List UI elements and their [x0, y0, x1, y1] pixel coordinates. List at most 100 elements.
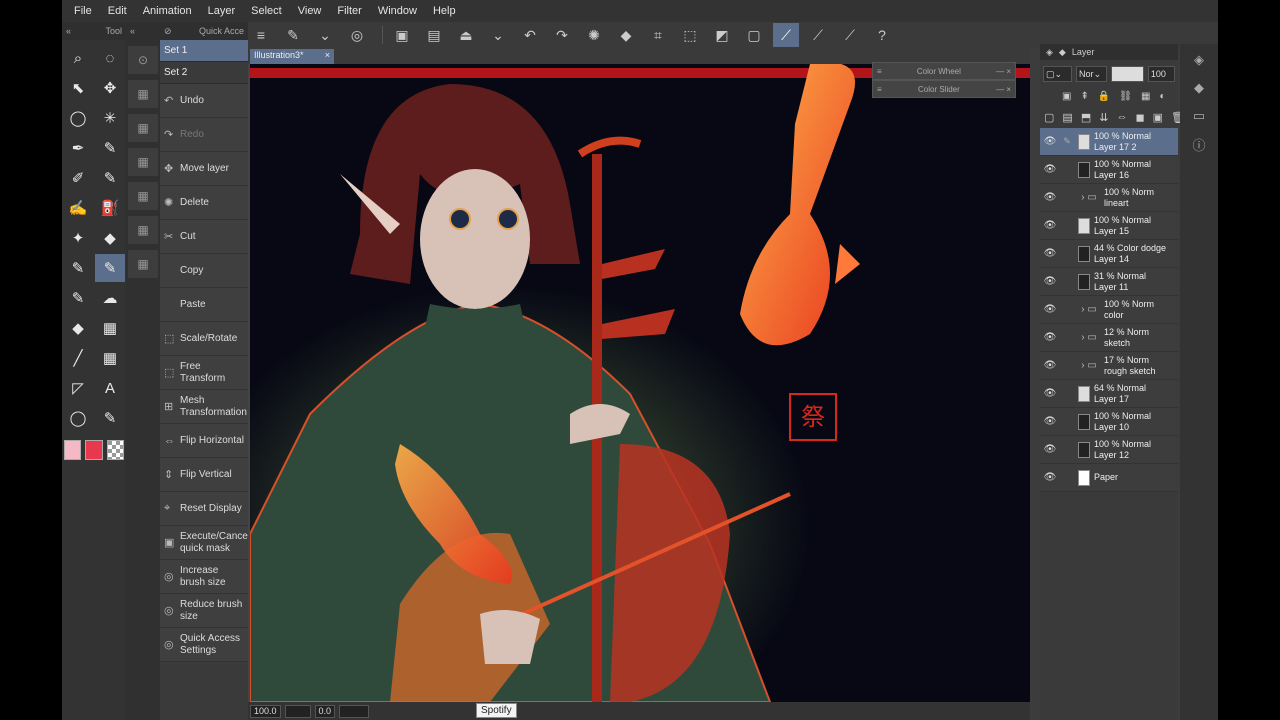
quick-access-item[interactable]: ⬚ Free Transform — [160, 356, 248, 390]
ink-pen-icon[interactable]: ✎ — [63, 284, 93, 312]
subtool-item-icon[interactable]: ▦ — [128, 80, 158, 108]
quick-access-item[interactable]: ⇕ Flip Vertical — [160, 458, 248, 492]
open-folder-icon[interactable]: ▤ — [421, 23, 447, 47]
eye-icon[interactable]: 👁 — [1040, 192, 1060, 203]
layer-row[interactable]: 👁 ✎ 100 % Normal Layer 17 2 — [1040, 128, 1178, 156]
navigator-icon[interactable]: ▭ — [1185, 104, 1213, 128]
color-slider-panel[interactable]: ≡ Color Slider — × — [872, 80, 1016, 98]
edit-target-icon[interactable]: ✎ — [1060, 136, 1074, 147]
eye-icon[interactable]: 👁 — [1040, 444, 1060, 455]
menu-edit[interactable]: Edit — [100, 5, 135, 17]
tool-tab-label[interactable]: Tool — [105, 26, 122, 36]
crop-icon[interactable]: ⌗ — [645, 23, 671, 47]
menu-view[interactable]: View — [290, 5, 330, 17]
menu-window[interactable]: Window — [370, 5, 425, 17]
clear-selection-icon[interactable]: ⬚ — [677, 23, 703, 47]
airbrush-icon[interactable]: ⛽ — [95, 194, 125, 222]
eye-icon[interactable]: 👁 — [1040, 276, 1060, 287]
opacity-slider[interactable] — [1111, 66, 1144, 82]
subtool-search-icon[interactable]: ⊙ — [128, 46, 158, 74]
zoom-slider[interactable] — [284, 704, 311, 718]
eye-icon[interactable]: 👁 — [1040, 136, 1060, 147]
subtool-item-icon[interactable]: ▦ — [128, 148, 158, 176]
layer-row[interactable]: 👁 › ▭ 100 % Norm color — [1040, 296, 1178, 324]
set-2-tab[interactable]: Set 2 — [160, 62, 248, 84]
eye-icon[interactable]: 👁 — [1040, 304, 1060, 315]
new-vector-layer-icon[interactable]: ▤ — [1062, 111, 1072, 124]
layer-row[interactable]: 👁 31 % Normal Layer 11 — [1040, 268, 1178, 296]
balloon-icon[interactable]: ◯ — [63, 404, 93, 432]
quick-access-item[interactable]: ↷ Redo — [160, 118, 248, 152]
lasso-icon[interactable]: ◯ — [63, 104, 93, 132]
folder-icon[interactable]: › ▭ — [1074, 304, 1104, 315]
chevron-down-icon[interactable]: ⌄ — [312, 23, 338, 47]
snap-special-icon[interactable]: ⟋ — [805, 23, 831, 47]
subtool-item-icon[interactable]: ▦ — [128, 250, 158, 278]
marker-icon[interactable]: ✎ — [95, 164, 125, 192]
mask-toggle-icon[interactable]: ▦ — [1141, 91, 1150, 102]
lock-icon[interactable]: 🔒 — [1098, 91, 1110, 102]
apply-mask-icon[interactable]: ▣ — [1153, 111, 1163, 124]
subtool-item-icon[interactable]: ▦ — [128, 216, 158, 244]
magic-wand-icon[interactable]: ✳ — [95, 104, 125, 132]
transparent-swatch[interactable] — [106, 440, 124, 460]
set-1-tab[interactable]: Set 1 — [160, 40, 248, 62]
chevron-down-icon[interactable]: ⌄ — [485, 23, 511, 47]
correct-line-icon[interactable]: ✎ — [95, 404, 125, 432]
eye-icon[interactable]: 👁 — [1040, 416, 1060, 427]
fill-bucket-icon[interactable]: ◆ — [63, 314, 93, 342]
menu-select[interactable]: Select — [243, 5, 290, 17]
quick-access-item[interactable]: ✂ Cut — [160, 220, 248, 254]
layer-tab-icon[interactable]: ◆ — [1059, 47, 1066, 58]
frame-icon[interactable]: ▦ — [95, 344, 125, 372]
redo-icon[interactable]: ↷ — [549, 23, 575, 47]
layer-dock-icon[interactable]: ◆ — [1185, 76, 1213, 100]
angle-slider[interactable] — [339, 704, 370, 718]
undo-icon[interactable]: ↶ — [517, 23, 543, 47]
loading-icon[interactable]: ✺ — [581, 23, 607, 47]
menu-filter[interactable]: Filter — [329, 5, 369, 17]
ruler-icon[interactable]: ◸ — [63, 374, 93, 402]
save-icon[interactable]: ⏏ — [453, 23, 479, 47]
decoration-icon[interactable]: ✦ — [63, 224, 93, 252]
hamburger-menu-icon[interactable]: ≡ — [248, 23, 274, 47]
combine-icon[interactable]: ⇔ — [1116, 111, 1127, 123]
invert-selection-icon[interactable]: ◩ — [709, 23, 735, 47]
blend-mode-select[interactable]: Nor ⌄ — [1076, 66, 1107, 82]
folder-icon[interactable]: › ▭ — [1074, 332, 1104, 343]
layer-property-tab-icon[interactable]: ◈ — [1046, 47, 1053, 58]
clip-studio-icon[interactable]: ◎ — [344, 23, 370, 47]
eye-icon[interactable]: 👁 — [1040, 388, 1060, 399]
rotate-view-icon[interactable]: ◌ — [95, 44, 125, 72]
quick-access-item[interactable]: ⊞ Mesh Transformation — [160, 390, 248, 424]
snap-ruler-icon[interactable]: ⟋ — [773, 23, 799, 47]
quick-access-item[interactable]: ◎ Reduce brush size — [160, 594, 248, 628]
menu-animation[interactable]: Animation — [135, 5, 200, 17]
line-icon[interactable]: ╱ — [63, 344, 93, 372]
subtool-item-icon[interactable]: ▦ — [128, 114, 158, 142]
layer-row[interactable]: 👁 100 % Normal Layer 12 — [1040, 436, 1178, 464]
text-icon[interactable]: A — [95, 374, 125, 402]
info-icon[interactable]: ⓘ — [1185, 132, 1213, 156]
pencil-icon[interactable]: ✐ — [63, 164, 93, 192]
new-canvas-icon[interactable]: ✎ — [280, 23, 306, 47]
show-selection-icon[interactable]: ▢ — [741, 23, 767, 47]
menu-file[interactable]: File — [66, 5, 100, 17]
quick-access-item[interactable]: ⬚ Scale/Rotate — [160, 322, 248, 356]
help-icon[interactable]: ? — [869, 23, 895, 47]
fill-icon[interactable]: ◆ — [613, 23, 639, 47]
zoom-field[interactable]: 100.0 — [250, 704, 281, 718]
quick-access-item[interactable]: ✺ Delete — [160, 186, 248, 220]
eye-icon[interactable]: 👁 — [1040, 220, 1060, 231]
collapse-icon[interactable]: « — [130, 26, 135, 36]
layer-row[interactable]: 👁 › ▭ 12 % Norm sketch — [1040, 324, 1178, 352]
sub-color-swatch[interactable] — [85, 440, 103, 460]
eye-icon[interactable]: 👁 — [1040, 164, 1060, 175]
document-tab[interactable]: Illustration3* × — [250, 49, 334, 64]
create-mask-icon[interactable]: ◼ — [1135, 111, 1144, 124]
quick-access-item[interactable]: Copy — [160, 254, 248, 288]
menu-help[interactable]: Help — [425, 5, 464, 17]
quick-access-item[interactable]: ⇔ Flip Horizontal — [160, 424, 248, 458]
selected-pen-icon[interactable]: ✎ — [95, 254, 125, 282]
clip-icon[interactable]: ▣ — [1062, 91, 1071, 102]
